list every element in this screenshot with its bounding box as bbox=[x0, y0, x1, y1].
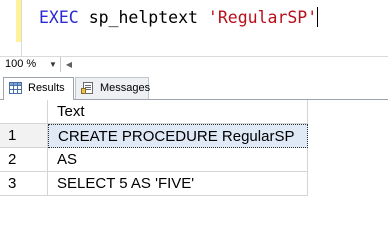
row-number[interactable]: 3 bbox=[0, 172, 48, 196]
chevron-down-icon[interactable]: ▼ bbox=[48, 57, 58, 72]
editor-selection-margin bbox=[0, 0, 16, 56]
tab-messages[interactable]: Messages bbox=[75, 77, 151, 99]
grid-header-row: Text bbox=[0, 100, 388, 124]
table-row[interactable]: 3 SELECT 5 AS 'FIVE' bbox=[0, 172, 388, 196]
text-caret bbox=[317, 7, 319, 27]
scroll-left-arrow-icon[interactable]: ◀ bbox=[62, 57, 76, 72]
column-header-text[interactable]: Text bbox=[48, 100, 308, 124]
table-row[interactable]: 1 CREATE PROCEDURE RegularSP bbox=[0, 124, 388, 148]
query-editor[interactable]: EXEC sp_helptext 'RegularSP' bbox=[0, 0, 388, 56]
zoom-dropdown[interactable]: 100 % ▼ bbox=[1, 57, 61, 72]
text-cell[interactable]: AS bbox=[48, 148, 308, 172]
zoom-value: 100 % bbox=[5, 58, 37, 70]
tab-messages-label: Messages bbox=[100, 82, 151, 94]
grid-corner-cell[interactable] bbox=[0, 100, 48, 124]
tab-results[interactable]: Results bbox=[3, 77, 74, 100]
editor-gutter-line bbox=[21, 0, 22, 56]
editor-zoom-strip: 100 % ▼ ◀ bbox=[0, 56, 388, 72]
tab-results-label: Results bbox=[28, 82, 65, 94]
row-number[interactable]: 1 bbox=[0, 124, 48, 148]
messages-icon bbox=[81, 82, 93, 94]
table-row[interactable]: 2 AS bbox=[0, 148, 388, 172]
code-keyword-exec: EXEC bbox=[39, 8, 79, 27]
code-string-argument: 'RegularSP' bbox=[207, 8, 318, 27]
row-number[interactable]: 2 bbox=[0, 148, 48, 172]
results-tab-strip: Results Messages bbox=[0, 72, 388, 100]
text-cell[interactable]: SELECT 5 AS 'FIVE' bbox=[48, 172, 308, 196]
grid-icon bbox=[9, 82, 22, 94]
results-grid[interactable]: Text 1 CREATE PROCEDURE RegularSP 2 AS 3… bbox=[0, 100, 388, 231]
code-line-1[interactable]: EXEC sp_helptext 'RegularSP' bbox=[39, 7, 319, 29]
code-procedure-name: sp_helptext bbox=[88, 8, 198, 27]
text-cell[interactable]: CREATE PROCEDURE RegularSP bbox=[48, 124, 308, 148]
